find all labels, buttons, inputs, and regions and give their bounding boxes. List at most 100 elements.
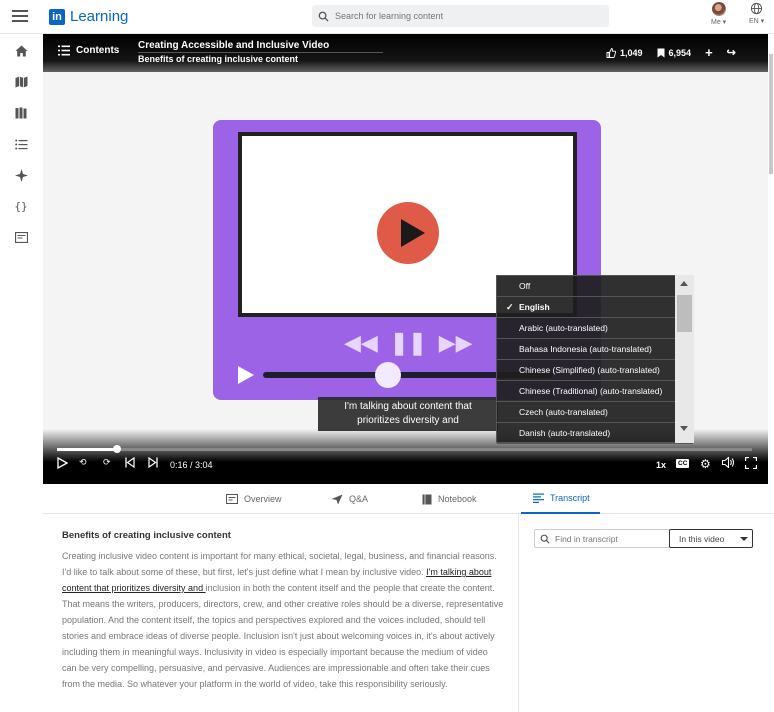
find-in-transcript-box[interactable]: [534, 529, 670, 548]
scroll-down-icon[interactable]: [680, 426, 688, 431]
transcript-after[interactable]: inclusion in both the content itself and…: [62, 583, 503, 689]
lang-label: EN: [749, 18, 759, 25]
caption-option-label: Czech (auto-translated): [519, 407, 608, 417]
video-title: Benefits of creating inclusive content: [138, 54, 299, 64]
caption-option[interactable]: Czech (auto-translated): [497, 402, 693, 423]
caption-option[interactable]: Chinese (Traditional) (auto-translated): [497, 381, 693, 402]
progress-fill: [57, 448, 118, 451]
globe-icon: [751, 2, 763, 15]
scroll-up-icon[interactable]: [680, 281, 688, 286]
title-divider: [138, 52, 383, 53]
caption-option[interactable]: Off: [497, 276, 693, 297]
contents-label: Contents: [76, 45, 120, 56]
caption-option[interactable]: Bahasa Indonesia (auto-translated): [497, 339, 693, 360]
tab-qa[interactable]: Q&A: [331, 484, 368, 514]
caption-option-label: Danish (auto-translated): [519, 428, 611, 438]
transcript-panel: Benefits of creating inclusive content C…: [43, 514, 519, 712]
list-icon[interactable]: [13, 136, 29, 152]
previous-icon[interactable]: [125, 456, 135, 471]
content-tabs: Overview Q&A Notebook Transcript: [43, 484, 774, 514]
closed-captions-button[interactable]: CC: [676, 459, 690, 468]
caption-option-label: Chinese (Simplified) (auto-translated): [519, 365, 660, 375]
rewind-icon: ◀◀: [344, 330, 378, 355]
linkedin-learning-logo[interactable]: in Learning: [49, 8, 128, 25]
tab-transcript-label: Transcript: [550, 493, 590, 503]
tab-notebook-label: Notebook: [438, 494, 477, 504]
chevron-down-icon: ▾: [758, 18, 765, 25]
tab-overview[interactable]: Overview: [226, 484, 282, 514]
caption-option[interactable]: Danish (auto-translated): [497, 423, 693, 444]
player-controls: ⟲ ⟳ 0:16 / 3:04 1x CC ⚙: [43, 456, 774, 475]
hamburger-menu-icon[interactable]: [12, 10, 28, 22]
logo-text: Learning: [70, 8, 129, 25]
caption-line-1: I'm talking about content that: [344, 401, 472, 412]
likes-count: 1,049: [620, 47, 643, 58]
save-button[interactable]: 6,954: [657, 47, 692, 58]
map-icon[interactable]: [13, 74, 29, 90]
sparkle-icon[interactable]: [13, 167, 29, 183]
menu-scroll-thumb[interactable]: [677, 295, 692, 332]
illustration-scrubber-knob: [375, 362, 401, 388]
video-caption: I'm talking about content that prioritiz…: [318, 397, 498, 431]
avatar: [711, 2, 726, 16]
transcript-heading: Benefits of creating inclusive content: [62, 530, 231, 541]
me-label: Me: [711, 19, 721, 26]
player-stats: 1,049 6,954 + ↪: [606, 45, 736, 60]
next-icon[interactable]: [148, 456, 158, 471]
search-icon: [540, 534, 550, 544]
contents-button[interactable]: Contents: [58, 45, 119, 56]
settings-gear-icon[interactable]: ⚙: [700, 457, 711, 471]
illustration-small-play-icon: [238, 366, 254, 384]
add-icon[interactable]: +: [705, 45, 713, 60]
certificate-icon[interactable]: [13, 229, 29, 245]
code-icon[interactable]: {}: [13, 198, 29, 214]
library-icon[interactable]: [13, 105, 29, 121]
captions-language-menu[interactable]: Off ✓ English Arabic (auto-translated) Bahas…: [496, 275, 694, 444]
me-menu[interactable]: Me ▾: [711, 2, 726, 26]
caption-option[interactable]: Arabic (auto-translated): [497, 318, 693, 339]
forward-10-icon[interactable]: ⟳: [103, 457, 111, 468]
find-in-transcript-input[interactable]: [555, 533, 665, 544]
bookmark-icon: [657, 48, 665, 57]
caption-option-label: Off: [519, 281, 531, 291]
fast-forward-icon: ▶▶: [438, 330, 473, 355]
tab-notebook[interactable]: Notebook: [422, 484, 477, 514]
speed-button[interactable]: 1x: [656, 460, 666, 470]
chevron-down-icon: ▾: [720, 19, 727, 26]
transcript-search-panel: In this video: [520, 514, 774, 712]
pause-icon: ❚❚: [389, 330, 427, 355]
transcript-scope-dropdown[interactable]: In this video: [669, 529, 753, 548]
rewind-10-icon[interactable]: ⟲: [79, 457, 87, 468]
search-icon: [318, 11, 329, 22]
caption-option[interactable]: Chinese (Simplified) (auto-translated): [497, 360, 693, 381]
menu-scrollbar[interactable]: [675, 275, 694, 443]
course-title: Creating Accessible and Inclusive Video: [138, 40, 330, 51]
saves-count: 6,954: [668, 47, 692, 58]
page-scrollbar[interactable]: [768, 34, 774, 484]
language-menu[interactable]: EN ▾: [749, 2, 764, 25]
caption-option-label: Bahasa Indonesia (auto-translated): [519, 344, 652, 354]
search-input[interactable]: [335, 11, 595, 21]
volume-icon[interactable]: [721, 456, 735, 471]
play-icon[interactable]: [57, 456, 69, 472]
dropdown-caret-icon: [740, 536, 749, 541]
left-sidebar: {}: [0, 34, 43, 712]
tab-transcript[interactable]: Transcript: [521, 484, 600, 514]
page-scroll-thumb[interactable]: [769, 54, 773, 174]
like-button[interactable]: 1,049: [606, 48, 643, 58]
caption-option-label: Arabic (auto-translated): [519, 323, 608, 333]
thumbs-up-icon: [606, 47, 616, 58]
progress-bar[interactable]: [57, 448, 752, 451]
player-header: Contents Creating Accessible and Inclusi…: [43, 34, 774, 72]
share-icon[interactable]: ↪: [727, 46, 736, 59]
video-player[interactable]: ◀◀ ❚❚ ▶▶ Contents Creating Accessible an…: [43, 34, 774, 484]
search-box[interactable]: [312, 5, 609, 27]
caption-option-label: Chinese (Traditional) (auto-translated): [519, 386, 663, 396]
notebook-icon: [422, 494, 432, 504]
home-icon[interactable]: [13, 43, 29, 59]
caption-option[interactable]: ✓ English: [497, 297, 693, 318]
time-display: 0:16 / 3:04: [170, 460, 213, 470]
caption-option-label: English: [519, 302, 550, 312]
fullscreen-icon[interactable]: [744, 456, 758, 472]
top-bar: in Learning Me ▾ EN ▾: [0, 0, 774, 34]
